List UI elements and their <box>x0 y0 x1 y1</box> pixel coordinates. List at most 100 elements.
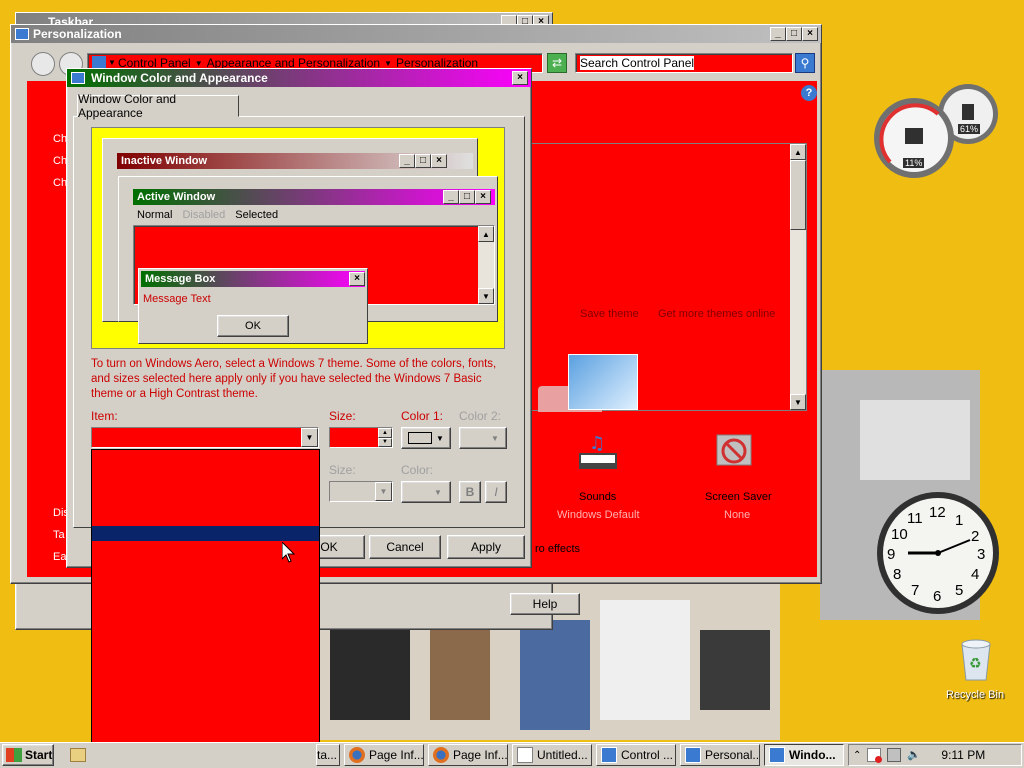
search-placeholder: Search Control Panel <box>580 56 695 70</box>
color2-picker[interactable]: ▼ <box>459 427 507 449</box>
preview-area: Inactive Window _ □ × Active Window _ □ … <box>91 127 505 349</box>
menu-disabled: Disabled <box>182 209 226 221</box>
maximize-icon[interactable]: □ <box>786 27 802 41</box>
item-dropdown[interactable]: ▼ <box>91 427 319 448</box>
cancel-button[interactable]: Cancel <box>369 535 441 559</box>
color1-label: Color 1: <box>401 409 444 423</box>
font-size-field[interactable] <box>330 482 375 501</box>
screen-saver-icon[interactable] <box>713 431 759 477</box>
minimize-icon: _ <box>399 154 415 168</box>
color-swatch <box>408 432 433 444</box>
item-dropdown-field[interactable] <box>92 428 301 447</box>
mem-percent: 61% <box>958 124 981 134</box>
taskbar-item-3[interactable]: Page Inf... <box>428 744 508 766</box>
clock-number-7: 7 <box>911 582 920 599</box>
chevron-down-icon: ▼ <box>491 433 499 443</box>
italic-button[interactable]: I <box>485 481 507 503</box>
back-arrow-icon[interactable] <box>31 52 55 76</box>
clock-number-8: 8 <box>893 566 902 583</box>
action-center-icon[interactable] <box>867 748 883 763</box>
cpu-percent: 11% <box>903 158 925 168</box>
chevron-down-icon[interactable]: ▼ <box>301 428 318 447</box>
clock-gadget[interactable]: 12 1 2 3 4 5 6 7 8 9 10 11 <box>875 490 1001 616</box>
theme-list-scrollbar[interactable]: ▲ ▼ <box>790 144 806 410</box>
get-more-themes-link[interactable]: Get more themes online <box>658 308 775 320</box>
screen-saver-label[interactable]: Screen Saver <box>705 491 772 503</box>
apply-button[interactable]: Apply <box>447 535 525 559</box>
scroll-thumb[interactable] <box>790 160 806 230</box>
chevron-icon: ▼ <box>108 58 116 67</box>
windows-logo-icon <box>6 748 22 762</box>
taskbar-item-2[interactable]: Page Inf... <box>344 744 424 766</box>
theme-list[interactable]: Save theme Get more themes online ▲ ▼ <box>527 143 807 412</box>
scroll-down-icon[interactable]: ▼ <box>790 394 806 410</box>
close-icon[interactable]: × <box>512 71 528 85</box>
active-titlebar: Active Window <box>133 189 495 205</box>
bold-button[interactable]: B <box>459 481 481 503</box>
taskbar-item-1[interactable]: ta... <box>316 744 340 766</box>
control-panel-icon <box>92 56 106 68</box>
taskbar-item-6[interactable]: Personal... <box>680 744 760 766</box>
sounds-label[interactable]: Sounds <box>579 491 616 503</box>
side-link-3[interactable]: Ch <box>53 177 67 189</box>
size-input[interactable] <box>330 428 378 447</box>
side-link-2[interactable]: Ch <box>53 155 67 167</box>
save-theme-link[interactable]: Save theme <box>580 308 639 320</box>
taskbar-item-label: Personal... <box>705 748 760 762</box>
font-color-picker[interactable]: ▼ <box>401 481 451 503</box>
dropdown-option-caption-buttons[interactable]: Caption Buttons <box>92 526 319 541</box>
msgbox-ok-button: OK <box>217 315 289 337</box>
svg-text:♻: ♻ <box>969 656 982 672</box>
chevron-down-icon[interactable]: ▼ <box>375 482 392 501</box>
recycle-bin-icon[interactable]: ♻ <box>956 638 996 682</box>
font-size-label: Size: <box>329 463 356 477</box>
side-link-5[interactable]: Ta <box>53 529 65 541</box>
color-dialog-titlebar[interactable]: Window Color and Appearance <box>67 69 531 87</box>
font-size-dropdown[interactable]: ▼ <box>329 481 393 502</box>
quick-launch-folder-icon[interactable] <box>70 748 86 762</box>
clock-number-9: 9 <box>887 546 896 563</box>
chevron-down-icon: ▼ <box>436 433 444 443</box>
recycle-bin-label[interactable]: Recycle Bin <box>946 689 1004 701</box>
refresh-icon[interactable]: ⇄ <box>547 53 567 73</box>
network-icon[interactable] <box>887 748 902 762</box>
side-link-1[interactable]: Ch <box>53 133 67 145</box>
taskbar-item-4[interactable]: Untitled... <box>512 744 592 766</box>
side-link-6[interactable]: Ea <box>53 551 66 563</box>
minimize-icon[interactable]: _ <box>770 27 786 41</box>
personalization-titlebar[interactable]: Personalization <box>11 25 821 43</box>
taskbar-clock[interactable]: 9:11 PM <box>941 748 985 762</box>
window-icon <box>71 72 85 84</box>
chevron-icon: ▼ <box>194 58 203 68</box>
cpu-meter-gadget[interactable]: 11% 61% <box>872 82 1000 182</box>
stepper-arrows[interactable]: ▲ ▼ <box>378 428 392 447</box>
taskbar-item-5[interactable]: Control ... <box>596 744 676 766</box>
item-dropdown-list[interactable]: Caption Buttons <box>91 449 320 766</box>
taskbar-item-7-active[interactable]: Windo... <box>764 744 844 766</box>
scroll-up-icon[interactable]: ▲ <box>790 144 806 160</box>
stepper-down-icon[interactable]: ▼ <box>378 437 392 447</box>
taskbar-item-label: ta... <box>317 748 338 762</box>
size-stepper[interactable]: ▲ ▼ <box>329 427 393 448</box>
search-input[interactable]: Search Control Panel <box>575 53 793 73</box>
start-button[interactable]: Start <box>2 744 54 766</box>
help-icon[interactable]: ? <box>801 85 817 101</box>
preview-message-box: Message Box × Message Text OK <box>138 268 368 344</box>
aero-effects-link[interactable]: ro effects <box>535 543 580 555</box>
chevron-down-icon: ▼ <box>434 487 442 497</box>
clock-number-3: 3 <box>977 546 986 563</box>
volume-icon[interactable]: 🔈 <box>907 748 921 762</box>
tray-expand-icon[interactable]: ⌃ <box>853 750 861 761</box>
help-button[interactable]: Help <box>510 593 580 615</box>
close-icon[interactable]: × <box>802 27 818 41</box>
font-color-label: Color: <box>401 463 434 477</box>
sounds-icon[interactable]: ♫ <box>575 431 621 477</box>
tab-window-color[interactable]: Window Color and Appearance <box>77 92 239 120</box>
color1-picker[interactable]: ▼ <box>401 427 451 449</box>
clock-number-2: 2 <box>971 528 980 545</box>
system-tray: ⌃ 🔈 9:11 PM <box>848 744 1022 766</box>
search-icon[interactable]: ⚲ <box>795 53 815 73</box>
stepper-up-icon[interactable]: ▲ <box>378 428 392 438</box>
control-panel-icon <box>769 747 785 763</box>
clock-number-6: 6 <box>933 588 942 605</box>
